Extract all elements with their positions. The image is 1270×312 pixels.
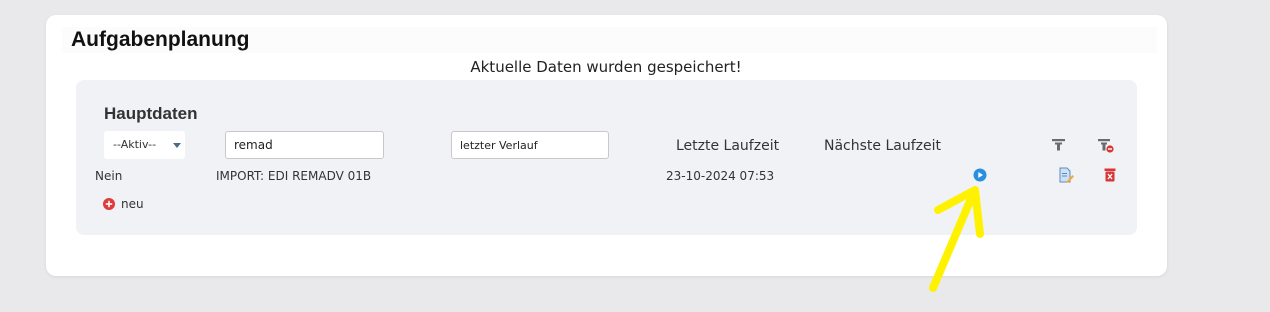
edit-icon[interactable] xyxy=(1059,167,1074,183)
delete-icon[interactable] xyxy=(1104,168,1116,182)
last-run-filter-input[interactable] xyxy=(451,131,609,159)
annotation-arrow-icon xyxy=(929,186,984,292)
name-filter-input[interactable] xyxy=(225,131,384,159)
save-notice: Aktuelle Daten wurden gespeichert! xyxy=(470,58,742,76)
active-filter-select[interactable]: --Aktiv-- xyxy=(104,131,185,159)
page-title: Aufgabenplanung xyxy=(71,28,250,51)
clear-filter-icon[interactable] xyxy=(1098,138,1114,153)
filter-icon[interactable] xyxy=(1052,138,1065,152)
column-header-last-runtime: Letzte Laufzeit xyxy=(676,138,780,154)
chevron-down-icon xyxy=(173,143,181,148)
add-new-label: neu xyxy=(121,197,144,211)
row-last-runtime: 23-10-2024 07:53 xyxy=(666,169,775,183)
plus-circle-icon xyxy=(103,198,115,210)
add-new-button[interactable]: neu xyxy=(103,197,144,211)
active-filter-value: --Aktiv-- xyxy=(113,138,157,151)
section-title: Hauptdaten xyxy=(104,104,198,123)
row-active-value: Nein xyxy=(95,169,123,183)
row-task-name: IMPORT: EDI REMADV 01B xyxy=(216,169,372,183)
column-header-next-runtime: Nächste Laufzeit xyxy=(824,138,941,154)
